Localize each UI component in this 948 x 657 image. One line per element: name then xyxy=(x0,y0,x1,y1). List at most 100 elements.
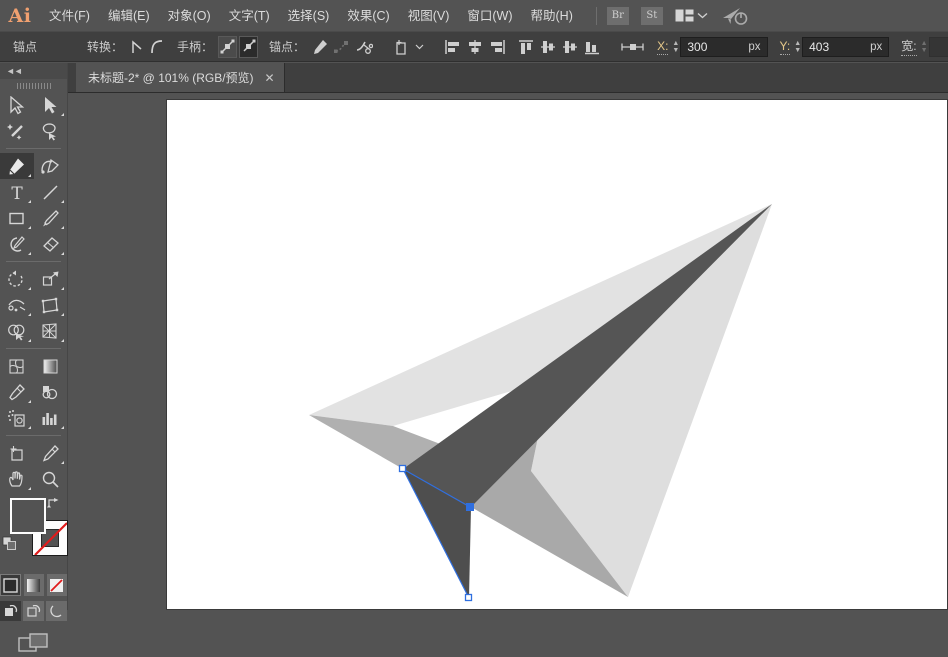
stepper-down-icon[interactable]: ▼ xyxy=(672,47,679,54)
stepper-up-icon[interactable]: ▲ xyxy=(672,40,679,47)
flyout-indicator-icon[interactable] xyxy=(28,174,31,177)
artboard[interactable] xyxy=(166,99,948,610)
menu-type[interactable]: 文字(T) xyxy=(220,0,279,32)
default-fill-stroke-icon[interactable] xyxy=(2,536,18,552)
align-center-vertical-icon[interactable] xyxy=(538,36,558,58)
connect-path-icon[interactable] xyxy=(332,36,352,58)
menu-select[interactable]: 选择(S) xyxy=(279,0,339,32)
convert-to-smooth-icon[interactable] xyxy=(148,36,166,58)
align-center-horizontal-icon[interactable] xyxy=(465,36,485,58)
w-field[interactable] xyxy=(929,37,948,57)
draw-behind-icon[interactable] xyxy=(23,601,44,621)
gradient-tool[interactable] xyxy=(34,353,68,379)
stepper-down-icon[interactable]: ▼ xyxy=(794,47,801,54)
draw-inside-icon[interactable] xyxy=(46,601,67,621)
flyout-indicator-icon[interactable] xyxy=(28,339,31,342)
lasso-tool[interactable] xyxy=(34,118,68,144)
none-mode-icon[interactable] xyxy=(47,574,67,596)
hand-tool[interactable] xyxy=(0,466,34,492)
eyedropper-tool[interactable] xyxy=(0,379,34,405)
rotate-tool[interactable] xyxy=(0,266,34,292)
transform-chevron-down-icon[interactable] xyxy=(414,36,425,58)
y-input[interactable] xyxy=(803,39,869,55)
fill-color-swatch[interactable] xyxy=(10,498,46,534)
stepper-up-icon[interactable]: ▲ xyxy=(794,40,801,47)
chevron-down-icon[interactable] xyxy=(697,12,708,19)
flyout-indicator-icon[interactable] xyxy=(61,226,64,229)
x-stepper[interactable]: ▲ ▼ xyxy=(672,37,679,57)
line-segment-tool[interactable] xyxy=(34,179,68,205)
flyout-indicator-icon[interactable] xyxy=(28,487,31,490)
slice-tool[interactable] xyxy=(34,440,68,466)
flyout-indicator-icon[interactable] xyxy=(61,252,64,255)
flyout-indicator-icon[interactable] xyxy=(28,400,31,403)
menu-object[interactable]: 对象(O) xyxy=(159,0,220,32)
drag-grip-icon[interactable] xyxy=(0,79,67,92)
flyout-indicator-icon[interactable] xyxy=(61,113,64,116)
curvature-tool[interactable] xyxy=(34,153,68,179)
type-tool[interactable]: T xyxy=(0,179,34,205)
width-tool[interactable] xyxy=(0,292,34,318)
align-top-icon[interactable] xyxy=(516,36,536,58)
selection-tool[interactable] xyxy=(0,92,34,118)
anchor-point-top[interactable] xyxy=(400,466,406,472)
flyout-indicator-icon[interactable] xyxy=(61,200,64,203)
bridge-button[interactable]: Br xyxy=(607,7,629,25)
isolate-selection-icon[interactable] xyxy=(620,36,646,58)
zoom-tool[interactable] xyxy=(34,466,68,492)
workspace-layout-icon[interactable] xyxy=(675,9,694,22)
paper-plane-illustration[interactable] xyxy=(167,100,948,610)
flyout-indicator-icon[interactable] xyxy=(28,226,31,229)
flyout-indicator-icon[interactable] xyxy=(28,252,31,255)
y-stepper[interactable]: ▲ ▼ xyxy=(794,37,801,57)
close-icon[interactable]: ✕ xyxy=(265,72,275,84)
pen-tool[interactable] xyxy=(0,153,34,179)
menu-edit[interactable]: 编辑(E) xyxy=(99,0,159,32)
convert-to-corner-icon[interactable] xyxy=(128,36,146,58)
change-screen-mode-icon[interactable] xyxy=(0,633,67,657)
artboard-tool[interactable] xyxy=(0,440,34,466)
shape-builder-tool[interactable] xyxy=(0,318,34,344)
paintbrush-tool[interactable] xyxy=(34,205,68,231)
eraser-tool[interactable] xyxy=(34,231,68,257)
w-input[interactable] xyxy=(930,39,948,55)
perspective-grid-tool[interactable] xyxy=(34,318,68,344)
collapse-panel-icon[interactable]: ◄◄ xyxy=(0,63,67,79)
x-field[interactable]: px xyxy=(680,37,767,57)
align-left-icon[interactable] xyxy=(443,36,463,58)
canvas-area[interactable] xyxy=(68,93,948,610)
symbol-sprayer-tool[interactable] xyxy=(0,405,34,431)
flyout-indicator-icon[interactable] xyxy=(61,287,64,290)
flyout-indicator-icon[interactable] xyxy=(28,200,31,203)
show-handles-icon[interactable] xyxy=(218,36,237,58)
flyout-indicator-icon[interactable] xyxy=(28,287,31,290)
scale-tool[interactable] xyxy=(34,266,68,292)
menu-help[interactable]: 帮助(H) xyxy=(522,0,582,32)
rectangle-tool[interactable] xyxy=(0,205,34,231)
align-bottom-icon[interactable] xyxy=(560,36,580,58)
w-stepper[interactable]: ▲ ▼ xyxy=(921,37,928,57)
plane-power-icon[interactable] xyxy=(722,6,748,26)
flyout-indicator-icon[interactable] xyxy=(28,313,31,316)
document-tab[interactable]: 未标题-2* @ 101% (RGB/预览) ✕ xyxy=(76,63,285,92)
y-field[interactable]: px xyxy=(802,37,889,57)
color-mode-icon[interactable] xyxy=(0,574,21,596)
menu-effect[interactable]: 效果(C) xyxy=(338,0,398,32)
cut-path-icon[interactable] xyxy=(354,36,374,58)
x-input[interactable] xyxy=(681,39,747,55)
stepper-up-icon[interactable]: ▲ xyxy=(921,40,928,47)
stepper-down-icon[interactable]: ▼ xyxy=(921,47,928,54)
distribute-bottom-icon[interactable] xyxy=(582,36,602,58)
flyout-indicator-icon[interactable] xyxy=(28,426,31,429)
transform-shape-icon[interactable] xyxy=(392,36,412,58)
flyout-indicator-icon[interactable] xyxy=(61,313,64,316)
flyout-indicator-icon[interactable] xyxy=(61,426,64,429)
mesh-tool[interactable] xyxy=(0,353,34,379)
remove-anchor-icon[interactable] xyxy=(310,36,330,58)
flyout-indicator-icon[interactable] xyxy=(61,339,64,342)
swap-fill-stroke-icon[interactable] xyxy=(46,496,61,510)
menu-window[interactable]: 窗口(W) xyxy=(458,0,521,32)
anchor-point-middle[interactable] xyxy=(467,504,474,511)
gradient-mode-icon[interactable] xyxy=(24,574,44,596)
menu-file[interactable]: 文件(F) xyxy=(40,0,99,32)
